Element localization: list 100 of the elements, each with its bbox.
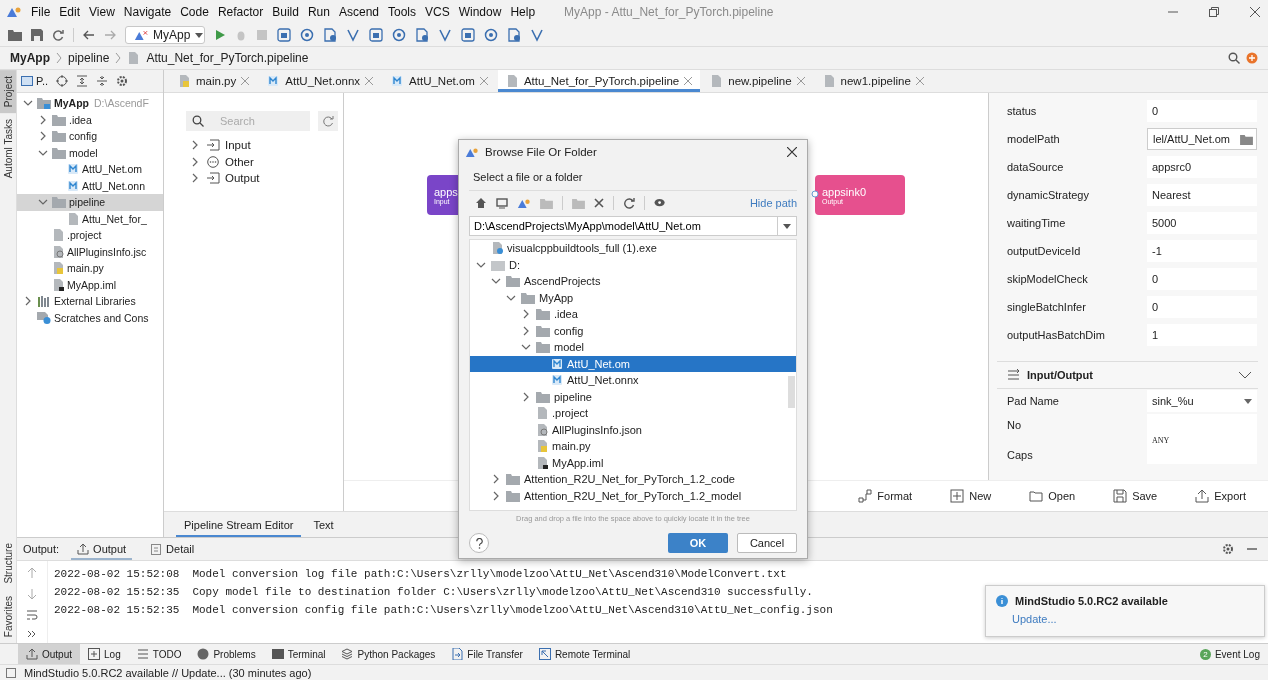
- cancel-button[interactable]: Cancel: [737, 533, 797, 553]
- tool-window-tab[interactable]: Problems: [189, 644, 264, 664]
- tool-window-tab[interactable]: Terminal: [263, 644, 334, 664]
- property-field[interactable]: 0: [1147, 296, 1257, 318]
- breadcrumb-item[interactable]: pipeline: [68, 51, 110, 65]
- eye-icon[interactable]: [654, 197, 667, 209]
- breadcrumb-item[interactable]: Attu_Net_for_PyTorch.pipeline: [146, 51, 309, 65]
- search-icon[interactable]: [1228, 52, 1240, 64]
- breadcrumb-item[interactable]: MyApp: [10, 51, 50, 65]
- save-icon[interactable]: [31, 29, 43, 41]
- update-icon[interactable]: [1246, 52, 1258, 64]
- help-button[interactable]: [469, 533, 489, 553]
- tree-item[interactable]: AttU_Net.om: [17, 161, 163, 178]
- tool-window-tab[interactable]: File Transfer: [443, 644, 531, 664]
- path-field[interactable]: D:\AscendProjects\MyApp\model\AttU_Net.om: [469, 216, 777, 236]
- tree-item[interactable]: MyApp D:\AscendF: [17, 95, 163, 112]
- toolbar-button[interactable]: Open: [1029, 489, 1076, 503]
- project-view-tab[interactable]: P..: [21, 75, 49, 87]
- tree-item[interactable]: D:: [470, 256, 796, 273]
- tree-item[interactable]: AllPluginsInfo.jsc: [17, 243, 163, 260]
- editor-mode-tab[interactable]: Pipeline Stream Editor: [176, 512, 302, 537]
- chevron-right-icon[interactable]: [23, 296, 33, 307]
- property-field[interactable]: 0: [1147, 100, 1257, 122]
- menu-item[interactable]: Tools: [388, 5, 416, 19]
- toolbar-button[interactable]: Export: [1195, 489, 1246, 503]
- run-configuration-dropdown[interactable]: MyApp: [125, 26, 205, 44]
- tree-item[interactable]: main.py: [17, 260, 163, 277]
- property-field[interactable]: Nearest: [1147, 184, 1257, 206]
- folder-icon[interactable]: [1240, 133, 1253, 145]
- refresh-icon[interactable]: [623, 197, 635, 209]
- tree-item[interactable]: config: [17, 128, 163, 145]
- project-icon[interactable]: [517, 197, 531, 209]
- target-icon[interactable]: [392, 28, 406, 42]
- tree-item[interactable]: AscendProjects: [470, 273, 796, 290]
- document-icon[interactable]: [323, 28, 337, 42]
- gear-icon[interactable]: [116, 75, 129, 87]
- hide-path-link[interactable]: Hide path: [749, 197, 797, 209]
- editor-tab[interactable]: main.py: [170, 70, 258, 92]
- chevron-right-icon[interactable]: [521, 309, 531, 320]
- chevron-right-icon[interactable]: [190, 156, 200, 167]
- tool-window-tab[interactable]: Log: [80, 644, 129, 664]
- palette-group[interactable]: Other: [186, 153, 343, 170]
- chevron-right-icon[interactable]: [190, 173, 200, 184]
- tree-item[interactable]: AttU_Net.onn: [17, 177, 163, 194]
- menu-item[interactable]: Code: [180, 5, 209, 19]
- tree-item[interactable]: MyApp: [470, 289, 796, 306]
- editor-tab[interactable]: Attu_Net_for_PyTorch.pipeline: [497, 70, 701, 92]
- ok-button[interactable]: OK: [668, 533, 728, 553]
- tree-item[interactable]: .project: [470, 405, 796, 422]
- tree-item[interactable]: External Libraries: [17, 293, 163, 310]
- property-field[interactable]: 5000: [1147, 212, 1257, 234]
- soft-wrap-icon[interactable]: [26, 609, 38, 621]
- path-field[interactable]: lel/AttU_Net.om: [1147, 128, 1257, 150]
- tree-item[interactable]: MyApp.iml: [17, 276, 163, 293]
- tree-item[interactable]: AttU_Net.om: [470, 355, 796, 372]
- editor-tab[interactable]: new.pipeline: [702, 70, 813, 92]
- toolbar-button[interactable]: Format: [858, 489, 913, 503]
- menu-item[interactable]: Run: [307, 5, 330, 19]
- tree-item[interactable]: AttU_Net.onnx: [470, 372, 796, 389]
- menu-item[interactable]: View: [89, 5, 115, 19]
- property-field[interactable]: -1: [1147, 240, 1257, 262]
- menu-item[interactable]: File: [31, 5, 51, 19]
- tree-item[interactable]: Attention_R2U_Net_for_PyTorch_1.2_model: [470, 487, 796, 504]
- editor-mode-tab[interactable]: Text: [305, 512, 342, 537]
- close-icon[interactable]: [787, 147, 797, 157]
- dropdown-button[interactable]: [777, 216, 797, 236]
- collapse-all-icon[interactable]: [96, 75, 109, 87]
- event-log-button[interactable]: 2 Event Log: [1191, 644, 1268, 664]
- tree-item[interactable]: pipeline: [17, 194, 163, 211]
- chevron-right-icon[interactable]: [38, 131, 48, 142]
- chevron-right-icon[interactable]: [491, 490, 501, 501]
- dropdown[interactable]: sink_%u: [1147, 390, 1257, 412]
- detail-tab[interactable]: Detail: [144, 538, 201, 560]
- property-field[interactable]: 1: [1147, 324, 1257, 346]
- tree-item[interactable]: model: [17, 144, 163, 161]
- output-tab[interactable]: Output: [71, 538, 133, 560]
- menu-item[interactable]: Navigate: [123, 5, 172, 19]
- tree-item[interactable]: MyApp.iml: [470, 454, 796, 471]
- restore-icon[interactable]: [1209, 7, 1219, 17]
- tree-item[interactable]: .idea: [470, 306, 796, 323]
- side-tab[interactable]: Automl Tasks: [0, 113, 16, 185]
- chevron-right-icon[interactable]: [491, 474, 501, 485]
- toolbar-button[interactable]: New: [950, 489, 992, 503]
- property-field[interactable]: appsrc0: [1147, 156, 1257, 178]
- menu-item[interactable]: Help: [510, 5, 536, 19]
- update-link[interactable]: Update...: [1012, 613, 1057, 625]
- chevron-right-icon[interactable]: [521, 391, 531, 402]
- open-folder-icon[interactable]: [8, 29, 22, 41]
- square-icon[interactable]: [6, 667, 16, 678]
- menu-item[interactable]: Edit: [59, 5, 81, 19]
- run-icon[interactable]: [214, 29, 226, 41]
- tree-item[interactable]: model: [470, 339, 796, 356]
- toolbar-button[interactable]: Save: [1113, 489, 1158, 503]
- desktop-icon[interactable]: [496, 197, 508, 209]
- menu-item[interactable]: Window: [458, 5, 502, 19]
- editor-tab[interactable]: AttU_Net.om: [383, 70, 496, 92]
- search-field[interactable]: Search: [186, 111, 310, 131]
- tool-window-tab[interactable]: Python Packages: [333, 644, 444, 664]
- tree-item[interactable]: main.py: [470, 438, 796, 455]
- menu-item[interactable]: VCS: [425, 5, 450, 19]
